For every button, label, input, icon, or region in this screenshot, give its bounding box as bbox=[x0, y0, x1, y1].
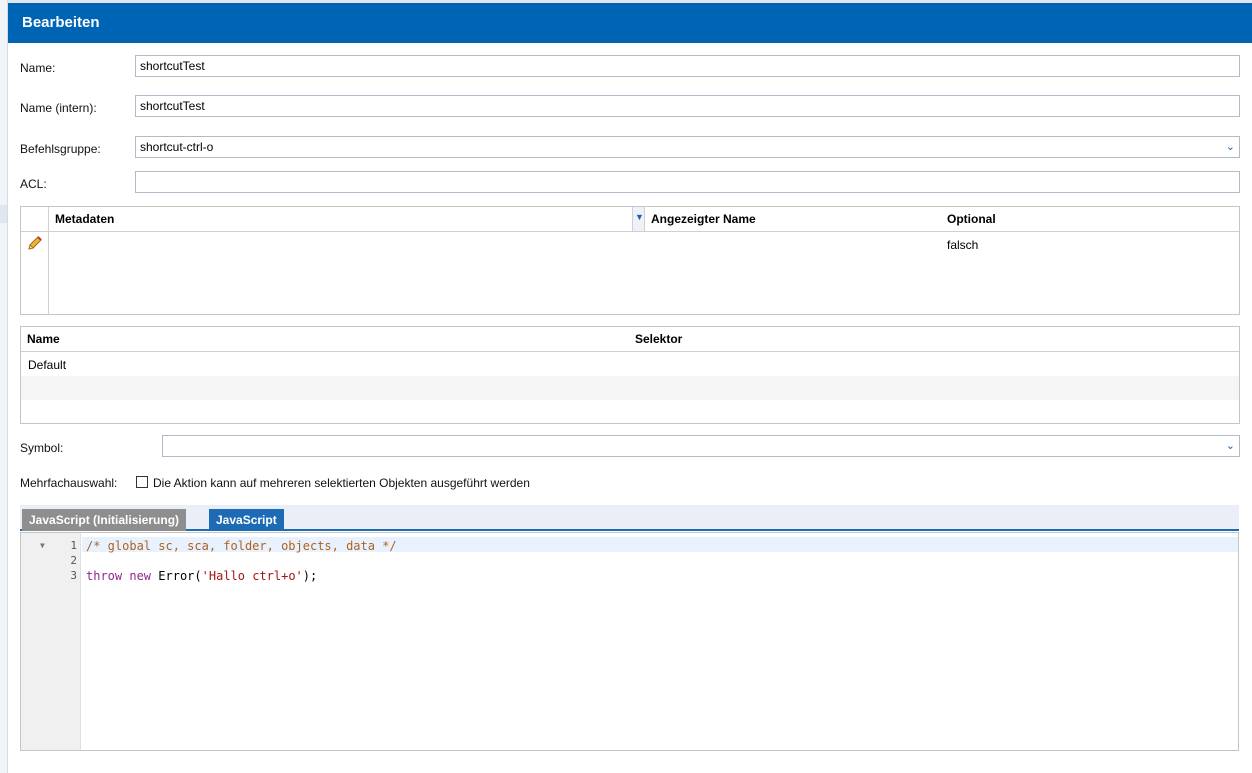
symbol-select[interactable]: ⌄ bbox=[162, 435, 1240, 457]
panel-title: Bearbeiten bbox=[22, 14, 100, 31]
code-line-1[interactable]: /* global sc, sca, folder, objects, data… bbox=[86, 539, 397, 553]
line-number: 2 bbox=[70, 554, 77, 567]
intern-name-label: Name (intern): bbox=[20, 101, 97, 115]
name-label: Name: bbox=[20, 61, 56, 75]
chevron-down-icon[interactable]: ⌄ bbox=[1226, 436, 1235, 456]
multi-select-checkbox-label[interactable]: Die Aktion kann auf mehreren selektierte… bbox=[153, 476, 530, 490]
acl-label: ACL: bbox=[20, 177, 47, 191]
pencil-icon[interactable] bbox=[26, 234, 44, 252]
code-keyword: new bbox=[129, 569, 152, 583]
code-comment: /* global sc, sca, folder, objects, data… bbox=[86, 539, 397, 553]
panel-header: Bearbeiten bbox=[8, 3, 1252, 43]
code-string: 'Hallo ctrl+o' bbox=[201, 569, 303, 583]
name-input[interactable]: shortcutTest bbox=[135, 55, 1240, 77]
selector-grid: Name Selektor Default bbox=[20, 326, 1240, 424]
acl-input[interactable] bbox=[135, 171, 1240, 193]
column-header-selektor[interactable]: Selektor bbox=[629, 327, 1239, 351]
selector-name-cell: Default bbox=[28, 358, 67, 372]
code-editor[interactable]: ▼ 1 2 3 /* global sc, sca, folder, objec… bbox=[20, 532, 1239, 751]
line-number: 3 bbox=[70, 569, 77, 582]
table-row[interactable]: Default bbox=[21, 352, 1239, 376]
line-number: 1 bbox=[70, 539, 77, 552]
column-header-optional[interactable]: Optional bbox=[941, 207, 1239, 231]
code-keyword: throw bbox=[86, 569, 123, 583]
multi-select-checkbox[interactable] bbox=[136, 476, 148, 488]
multi-select-label: Mehrfachauswahl: bbox=[20, 476, 118, 490]
command-group-value: shortcut-ctrl-o bbox=[140, 140, 214, 154]
optional-cell: falsch bbox=[947, 238, 979, 252]
edit-panel: Bearbeiten Name: shortcutTest Name (inte… bbox=[8, 0, 1252, 773]
code-call: Error( bbox=[158, 569, 202, 583]
empty-row bbox=[21, 376, 1239, 400]
editor-gutter: ▼ 1 2 3 bbox=[21, 533, 81, 750]
column-header-name[interactable]: Name bbox=[21, 327, 629, 351]
symbol-label: Symbol: bbox=[20, 441, 64, 455]
column-header-angezeigter-name[interactable]: Angezeigter Name bbox=[645, 207, 941, 231]
metadata-grid: Metadaten ▼ Angezeigter Name Optional fa… bbox=[20, 206, 1240, 315]
command-group-label: Befehlsgruppe: bbox=[20, 142, 101, 156]
command-group-select[interactable]: shortcut-ctrl-o ⌄ bbox=[135, 136, 1240, 158]
left-strip bbox=[0, 0, 8, 773]
intern-name-input[interactable]: shortcutTest bbox=[135, 95, 1240, 117]
tab-javascript-init[interactable]: JavaScript (Initialisierung) bbox=[22, 509, 187, 531]
tab-javascript[interactable]: JavaScript bbox=[209, 509, 284, 531]
script-tabbar: JavaScript (Initialisierung) JavaScript bbox=[20, 505, 1239, 531]
code-line-3[interactable]: throw new Error('Hallo ctrl+o'); bbox=[86, 569, 317, 583]
column-header-metadaten[interactable]: Metadaten bbox=[49, 207, 632, 231]
left-strip-marker bbox=[0, 205, 7, 223]
table-row[interactable]: falsch bbox=[21, 232, 1239, 256]
code-end: ); bbox=[302, 569, 318, 583]
chevron-down-icon[interactable]: ⌄ bbox=[1226, 137, 1235, 157]
